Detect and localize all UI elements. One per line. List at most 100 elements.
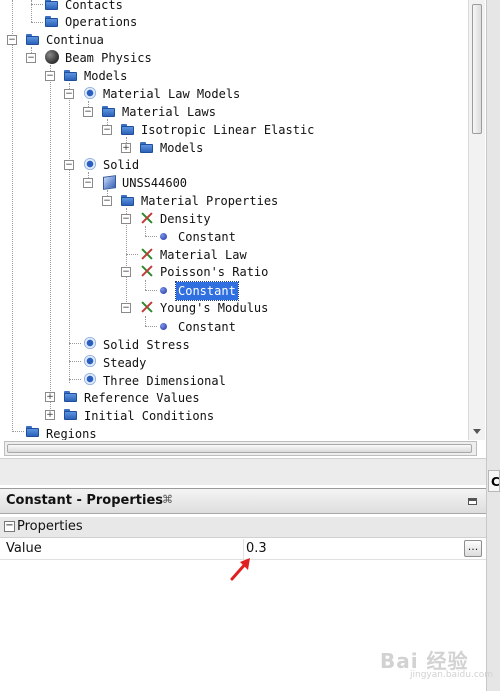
tree-item-beam-physics[interactable]: Beam Physics bbox=[63, 48, 154, 66]
tree-item-material-laws[interactable]: Material Laws bbox=[120, 102, 218, 120]
tree-item-density-constant[interactable]: Constant bbox=[176, 227, 238, 245]
scrollbar-thumb[interactable] bbox=[472, 4, 482, 134]
tree-item-label: Models bbox=[160, 140, 204, 155]
ellipsis-button[interactable]: ... bbox=[464, 540, 482, 557]
simulation-tree[interactable]: Contacts Operations − Continua − Beam Ph… bbox=[0, 0, 468, 440]
folder-icon bbox=[120, 122, 136, 136]
right-dock-strip bbox=[486, 0, 500, 691]
tree-vertical-scrollbar[interactable] bbox=[468, 0, 485, 440]
collapse-toggle[interactable]: − bbox=[102, 196, 112, 206]
tree-item-reference-values[interactable]: Reference Values bbox=[82, 388, 202, 406]
tree-item-label: Reference Values bbox=[84, 390, 200, 405]
tree-item-ile-models[interactable]: Models bbox=[158, 138, 205, 156]
tree-item-label: Poisson's Ratio bbox=[160, 264, 269, 279]
tree-connector bbox=[31, 22, 43, 23]
tree-horizontal-scrollbar[interactable] bbox=[4, 441, 477, 456]
tree-item-label: Solid Stress bbox=[103, 337, 190, 352]
properties-tab[interactable]: Constant - Properties ⌘ bbox=[0, 489, 486, 514]
tree-item-initial-conditions[interactable]: Initial Conditions bbox=[82, 406, 216, 424]
tree-item-label: Initial Conditions bbox=[84, 408, 215, 423]
model-icon bbox=[82, 86, 98, 100]
collapse-toggle[interactable]: − bbox=[121, 214, 131, 224]
tree-item-label: Steady bbox=[103, 355, 147, 370]
tree-item-youngs-constant[interactable]: Constant bbox=[176, 317, 238, 335]
model-icon bbox=[82, 372, 98, 386]
tree-item-models[interactable]: Models bbox=[82, 66, 129, 84]
tree-item-material-law-models[interactable]: Material Law Models bbox=[101, 84, 242, 102]
model-icon bbox=[82, 336, 98, 350]
category-collapse-icon[interactable]: − bbox=[4, 521, 15, 532]
collapse-toggle[interactable]: − bbox=[64, 89, 74, 99]
tree-connector bbox=[69, 361, 81, 362]
tree-connector bbox=[12, 431, 24, 432]
scroll-down-arrow-icon[interactable] bbox=[473, 429, 481, 434]
tree-item-density[interactable]: Density bbox=[158, 209, 213, 227]
expand-toggle[interactable]: + bbox=[45, 392, 55, 402]
minimize-icon[interactable] bbox=[468, 498, 477, 505]
expand-toggle[interactable]: + bbox=[45, 410, 55, 420]
collapse-toggle[interactable]: − bbox=[102, 125, 112, 135]
right-panel-tab[interactable]: C bbox=[488, 470, 500, 492]
tree-connector bbox=[69, 343, 81, 344]
property-icon bbox=[139, 300, 155, 314]
collapse-toggle[interactable]: − bbox=[83, 107, 93, 117]
tree-item-regions[interactable]: Regions bbox=[44, 424, 99, 441]
tree-item-continua[interactable]: Continua bbox=[44, 30, 106, 48]
folder-icon bbox=[25, 424, 41, 438]
constant-dot-icon bbox=[155, 319, 171, 333]
folder-icon bbox=[25, 32, 41, 46]
tree-connector bbox=[50, 65, 51, 415]
scrollbar-thumb[interactable] bbox=[7, 444, 472, 453]
tree-connector bbox=[31, 4, 43, 5]
tree-item-steady[interactable]: Steady bbox=[101, 353, 148, 371]
property-icon bbox=[139, 264, 155, 278]
tree-item-poissons-ratio[interactable]: Poisson's Ratio bbox=[158, 262, 270, 280]
watermark-url: jingyan.baidu.com bbox=[410, 670, 494, 680]
tree-item-material[interactable]: UNSS44600 bbox=[120, 173, 189, 191]
panel-splitter[interactable] bbox=[0, 458, 486, 485]
tree-item-label: Solid bbox=[103, 157, 140, 172]
tree-item-poissons-constant[interactable]: Constant bbox=[175, 280, 239, 301]
property-icon bbox=[139, 211, 155, 225]
tree-item-youngs-modulus[interactable]: Young's Modulus bbox=[158, 298, 270, 316]
constant-dot-icon bbox=[155, 229, 171, 243]
folder-icon bbox=[44, 14, 60, 28]
tree-item-label: Isotropic Linear Elastic bbox=[141, 122, 315, 137]
tree-item-label: Operations bbox=[65, 14, 138, 29]
collapse-toggle[interactable]: − bbox=[45, 71, 55, 81]
tree-item-solid[interactable]: Solid bbox=[101, 155, 141, 173]
folder-icon bbox=[101, 104, 117, 118]
right-panel-tab-label: C bbox=[491, 475, 500, 489]
tree-item-label-selected: Constant bbox=[175, 280, 239, 301]
tree-item-solid-stress[interactable]: Solid Stress bbox=[101, 335, 192, 353]
tree-item-operations[interactable]: Operations bbox=[63, 12, 139, 30]
folder-icon bbox=[120, 193, 136, 207]
collapse-toggle[interactable]: − bbox=[64, 160, 74, 170]
tree-item-material-properties[interactable]: Material Properties bbox=[139, 191, 280, 209]
tree-item-label: Constant bbox=[178, 229, 236, 244]
collapse-toggle[interactable]: − bbox=[83, 178, 93, 188]
tree-item-label: Material Law Models bbox=[103, 86, 241, 101]
tree-item-label: UNSS44600 bbox=[122, 175, 188, 190]
tree-connector bbox=[12, 0, 13, 430]
close-tab-icon[interactable]: ⌘ bbox=[162, 494, 173, 506]
tree-connector bbox=[126, 254, 138, 255]
tree-item-label: Three Dimensional bbox=[103, 373, 226, 388]
properties-category-row[interactable]: − Properties bbox=[0, 517, 486, 538]
folder-icon bbox=[44, 0, 60, 11]
tree-item-isotropic-linear-elastic[interactable]: Isotropic Linear Elastic bbox=[139, 120, 316, 138]
model-icon bbox=[82, 354, 98, 368]
tree-connector bbox=[145, 316, 146, 326]
folder-icon bbox=[63, 389, 79, 403]
collapse-toggle[interactable]: − bbox=[7, 35, 17, 45]
expand-toggle[interactable]: + bbox=[121, 143, 131, 153]
tree-item-label: Regions bbox=[46, 426, 97, 441]
tree-connector bbox=[145, 226, 146, 236]
collapse-toggle[interactable]: − bbox=[26, 53, 36, 63]
collapse-toggle[interactable]: − bbox=[121, 303, 131, 313]
folder-icon bbox=[63, 68, 79, 82]
collapse-toggle[interactable]: − bbox=[121, 267, 131, 277]
tree-item-three-dimensional[interactable]: Three Dimensional bbox=[101, 371, 228, 389]
tree-connector bbox=[69, 83, 70, 383]
tree-item-material-law[interactable]: Material Law bbox=[158, 245, 249, 263]
